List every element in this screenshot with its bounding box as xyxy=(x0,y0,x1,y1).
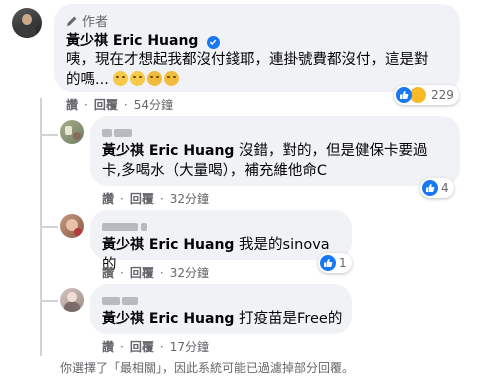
like-reaction-icon xyxy=(422,180,438,196)
like-reaction-icon xyxy=(320,255,336,271)
comment-author[interactable]: 黃少祺 Eric Huang xyxy=(66,30,220,50)
reaction-summary[interactable]: 4 xyxy=(420,178,454,198)
like-button[interactable]: 讚 xyxy=(102,190,114,207)
mention-link[interactable]: 黃少祺 Eric Huang xyxy=(102,143,234,159)
avatar[interactable] xyxy=(60,288,84,312)
reply-button[interactable]: 回覆 xyxy=(130,338,154,355)
like-button[interactable]: 讚 xyxy=(102,264,114,281)
grinning-emoji-icon xyxy=(130,71,146,86)
thinking-emoji-icon xyxy=(147,71,163,86)
grinning-emoji-icon xyxy=(113,71,129,86)
avatar[interactable] xyxy=(12,8,42,38)
reply-actions: 讚 · 回覆 · 32分鐘 xyxy=(102,264,209,281)
reply-text: 黃少祺 Eric Huang 沒錯，對的，但是健保卡要過 卡,多喝水（大量喝），… xyxy=(102,141,454,181)
reaction-count: 4 xyxy=(441,181,449,195)
haha-reaction-icon xyxy=(410,87,426,103)
reply-actions: 讚 · 回覆 · 17分鐘 xyxy=(102,338,209,355)
thread-connector xyxy=(40,300,58,302)
mention-link[interactable]: 黃少祺 Eric Huang xyxy=(102,311,234,327)
reply-button[interactable]: 回覆 xyxy=(94,96,118,113)
reply-timestamp[interactable]: 32分鐘 xyxy=(170,264,209,281)
reply-text-line: 卡,多喝水（大量喝），補充維他命C xyxy=(102,163,327,179)
verified-badge-icon xyxy=(206,35,220,49)
thread-connector xyxy=(40,134,58,136)
reaction-summary[interactable]: 229 xyxy=(394,85,459,105)
thread-connector xyxy=(40,226,58,228)
mention-link[interactable]: 黃少祺 Eric Huang xyxy=(102,237,234,253)
avatar[interactable] xyxy=(60,120,84,144)
comment-text-line: 的嗎... xyxy=(66,72,109,88)
reply-button[interactable]: 回覆 xyxy=(130,190,154,207)
author-badge: 作者 xyxy=(66,11,108,30)
comment-actions: 讚 · 回覆 · 54分鐘 xyxy=(66,96,173,113)
like-button[interactable]: 讚 xyxy=(102,338,114,355)
reply-text-line: 打疫苗是Free的 xyxy=(239,311,343,327)
comment-text-line: 咦，現在才想起我都沒付錢耶，連掛號費都沒付，這是對 xyxy=(66,52,429,68)
reaction-count: 1 xyxy=(339,256,347,270)
reply-text-line: 沒錯，對的，但是健保卡要過 xyxy=(239,143,428,159)
reaction-summary[interactable]: 1 xyxy=(318,253,352,273)
like-button[interactable]: 讚 xyxy=(66,96,78,113)
comment-timestamp[interactable]: 54分鐘 xyxy=(134,96,173,113)
reply-timestamp[interactable]: 17分鐘 xyxy=(170,338,209,355)
reply-button[interactable]: 回覆 xyxy=(130,264,154,281)
reply-author-redacted[interactable] xyxy=(102,122,132,141)
reaction-count: 229 xyxy=(431,88,454,102)
comment-text: 咦，現在才想起我都沒付錢耶，連掛號費都沒付，這是對 的嗎... xyxy=(66,50,454,90)
reply-author-redacted[interactable] xyxy=(102,216,147,235)
reply-author-redacted[interactable] xyxy=(102,290,138,309)
filter-notice: 你選擇了「最相關」，因此系統可能已過濾掉部分回覆。 xyxy=(60,361,355,375)
reply-timestamp[interactable]: 32分鐘 xyxy=(170,190,209,207)
reply-actions: 讚 · 回覆 · 32分鐘 xyxy=(102,190,209,207)
like-reaction-icon xyxy=(396,87,412,103)
author-name[interactable]: 黃少祺 Eric Huang xyxy=(66,33,198,49)
reply-text: 黃少祺 Eric Huang 打疫苗是Free的 xyxy=(102,309,346,329)
thinking-emoji-icon xyxy=(164,71,180,86)
pencil-icon xyxy=(67,16,77,26)
avatar[interactable] xyxy=(60,214,84,238)
author-badge-label: 作者 xyxy=(82,15,109,30)
